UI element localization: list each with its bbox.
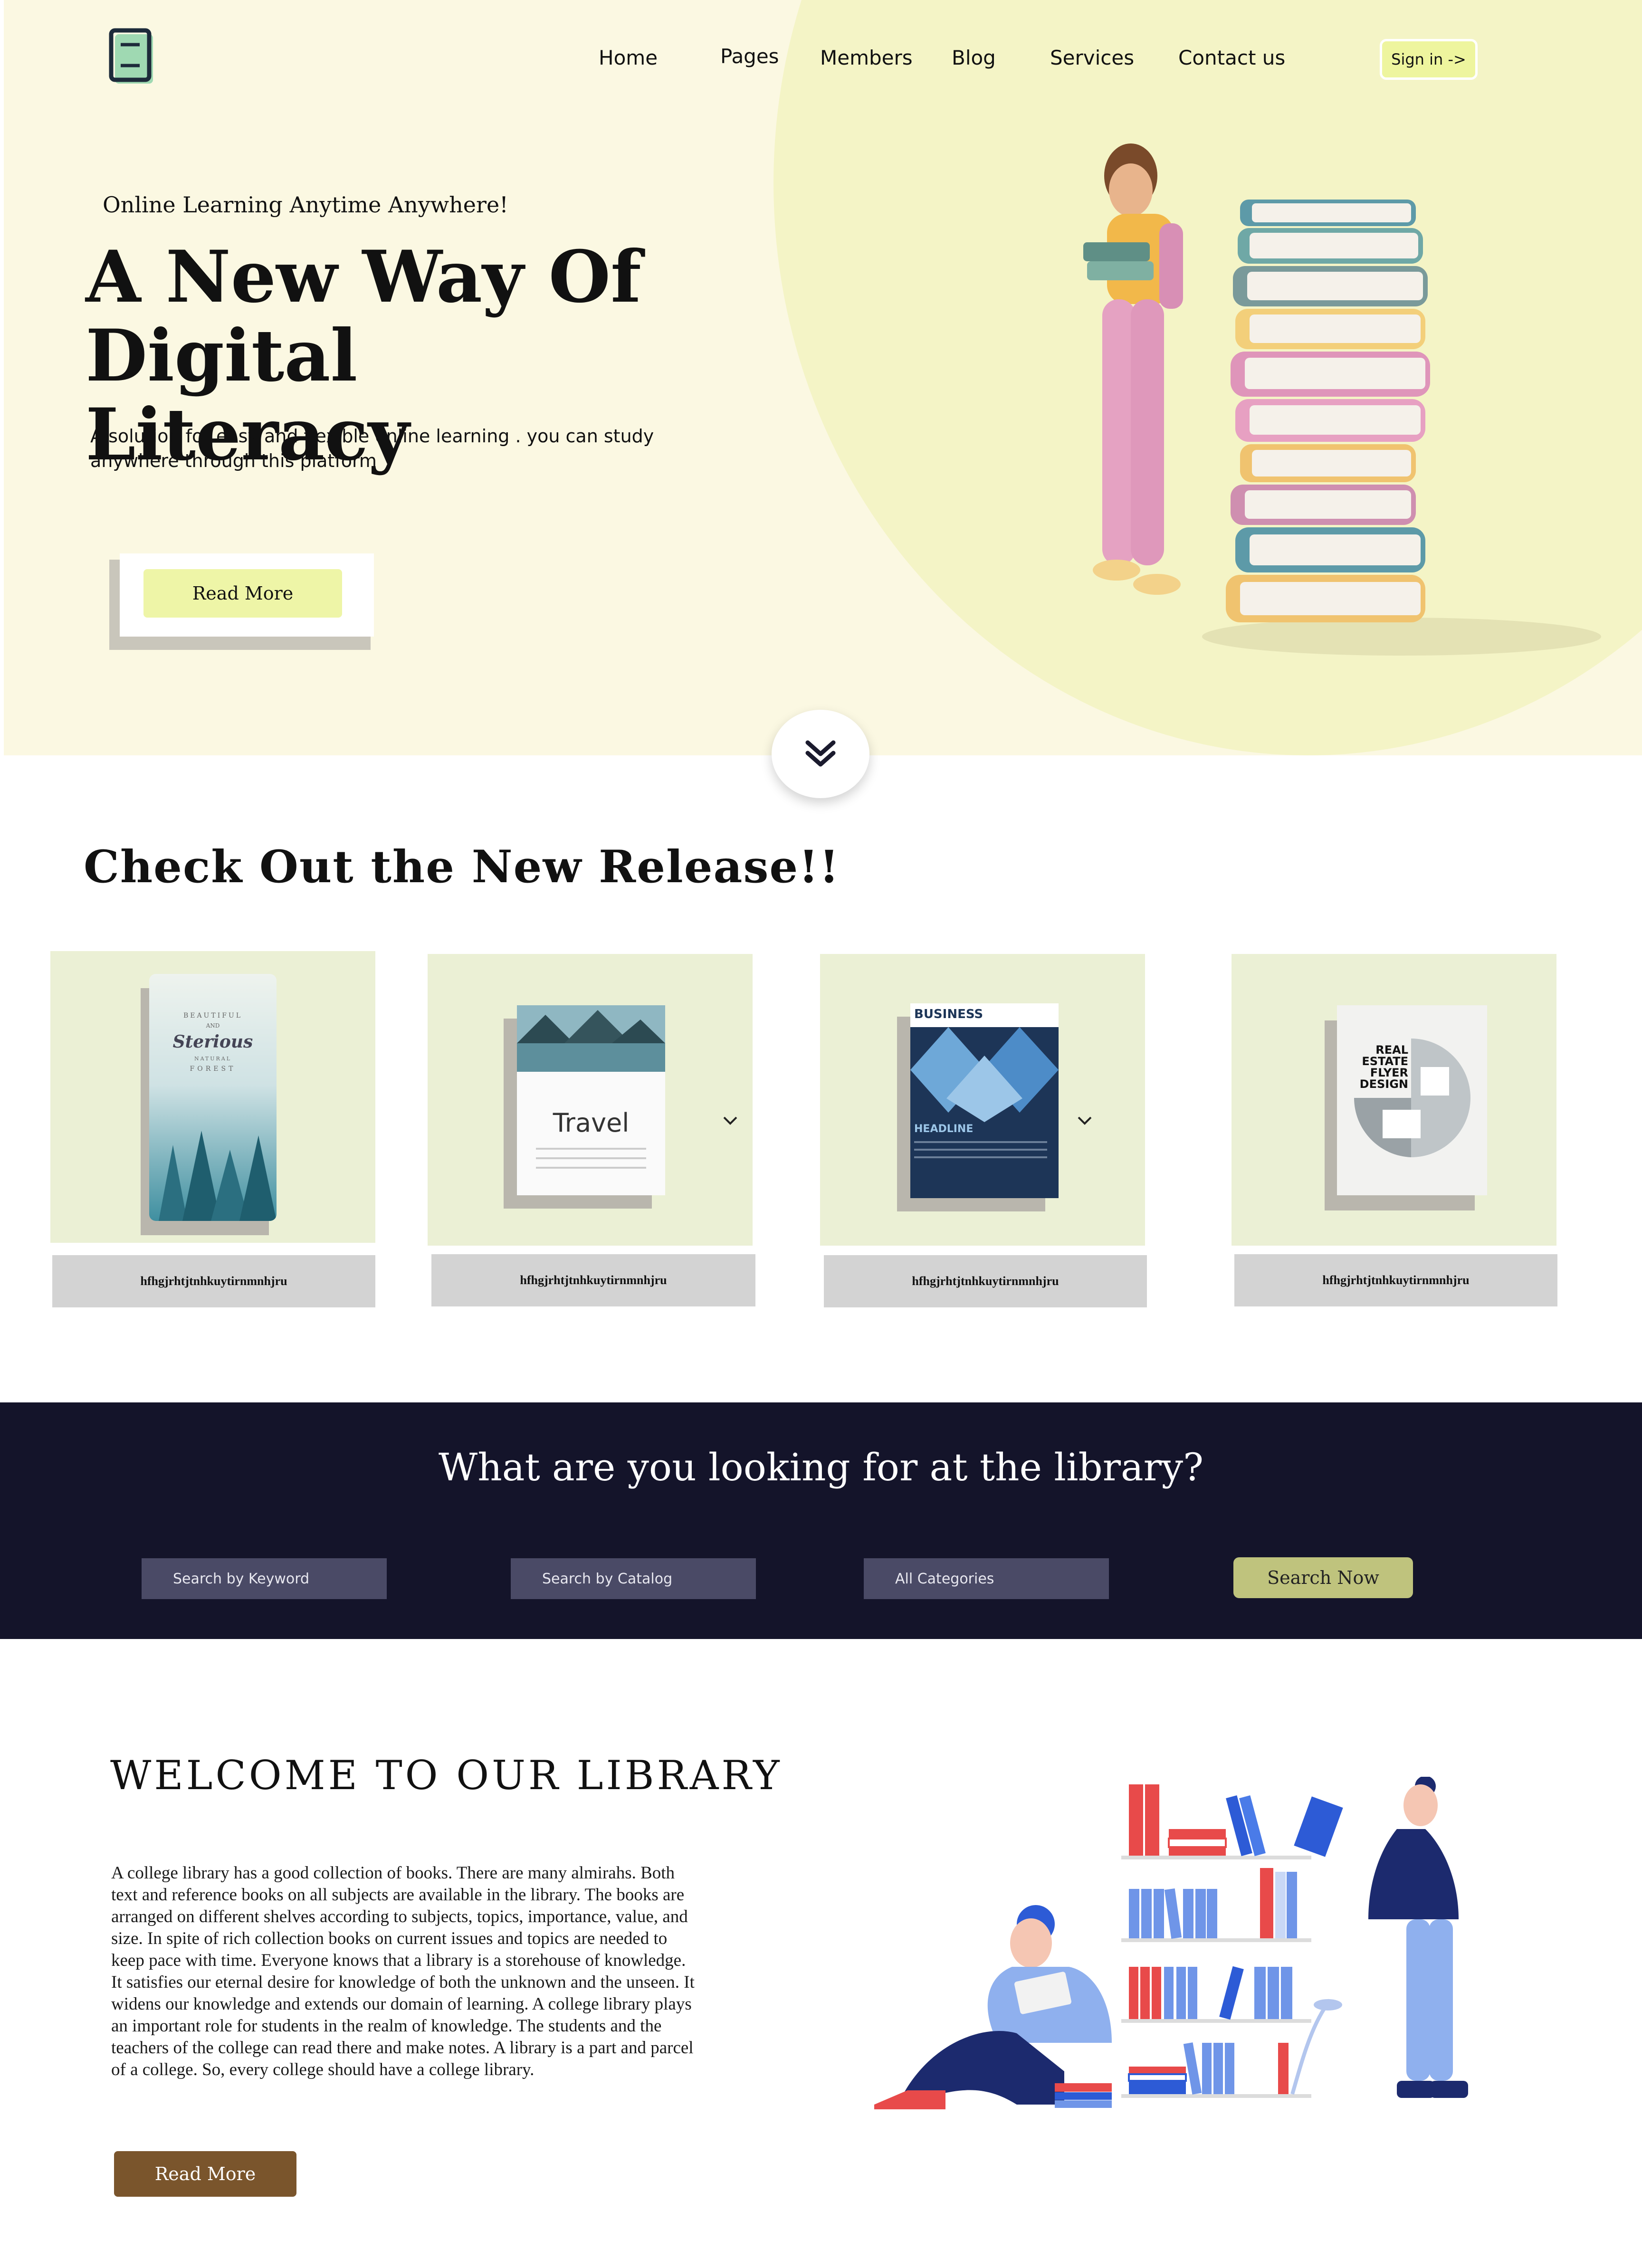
sign-in-button[interactable]: Sign in -> bbox=[1380, 39, 1478, 80]
search-now-button[interactable]: Search Now bbox=[1233, 1557, 1413, 1598]
book-card[interactable]: BEAUTIFUL AND Sterious NATURAL FOREST bbox=[50, 951, 375, 1243]
chevron-down-icon[interactable] bbox=[722, 1115, 738, 1126]
book-caption[interactable]: hfhgjrhtjtnhkuytirnmnhjru bbox=[824, 1255, 1147, 1307]
nav-pages[interactable]: Pages bbox=[720, 45, 779, 68]
cover-line bbox=[914, 1149, 1047, 1151]
book-cover-travel: Travel bbox=[517, 1005, 665, 1195]
keyword-search-input[interactable]: Search by Keyword bbox=[142, 1558, 387, 1599]
hero-tagline: Online Learning Anytime Anywhere! bbox=[103, 192, 508, 218]
nav-home[interactable]: Home bbox=[599, 46, 658, 69]
book-cover-business: BUSINESS HEADLINE bbox=[910, 1003, 1059, 1198]
scroll-down-button[interactable] bbox=[772, 710, 869, 798]
book-logo-icon[interactable] bbox=[108, 28, 157, 86]
hero-description: A solution for easy and flexible online … bbox=[90, 426, 654, 471]
book-caption[interactable]: hfhgjrhtjtnhkuytirnmnhjru bbox=[431, 1254, 755, 1306]
catalog-search-input[interactable]: Search by Catalog bbox=[511, 1558, 756, 1599]
cover-text: NATURAL bbox=[194, 1056, 232, 1062]
welcome-title: WELCOME TO OUR LIBRARY bbox=[110, 1752, 783, 1799]
book-caption[interactable]: hfhgjrhtjtnhkuytirnmnhjru bbox=[1234, 1254, 1557, 1306]
library-shelves-illustration bbox=[874, 1777, 1468, 2109]
nav-contact[interactable]: Contact us bbox=[1178, 46, 1285, 69]
nav-members[interactable]: Members bbox=[820, 46, 913, 69]
welcome-read-more-button[interactable]: Read More bbox=[114, 2151, 296, 2197]
search-section bbox=[0, 1402, 1642, 1639]
book-card[interactable]: Travel bbox=[428, 954, 753, 1246]
nav-services[interactable]: Services bbox=[1050, 46, 1134, 69]
hero-read-more-button[interactable]: Read More bbox=[143, 569, 342, 618]
release-section-title: Check Out the New Release!! bbox=[84, 841, 840, 893]
cover-line bbox=[536, 1167, 646, 1169]
book-cover-forest: BEAUTIFUL AND Sterious NATURAL FOREST bbox=[149, 974, 277, 1221]
book-cover-real-estate: REAL ESTATE FLYER DESIGN bbox=[1337, 1005, 1487, 1195]
mountain-lake-graphic bbox=[517, 1005, 665, 1072]
cover-text: FOREST bbox=[190, 1065, 236, 1073]
book-caption[interactable]: hfhgjrhtjtnhkuytirnmnhjru bbox=[52, 1255, 375, 1307]
book-card[interactable]: REAL ESTATE FLYER DESIGN bbox=[1232, 954, 1556, 1246]
house-graphic bbox=[1354, 1039, 1470, 1157]
category-select[interactable]: All Categories bbox=[864, 1558, 1109, 1599]
cover-text: AND bbox=[206, 1022, 220, 1029]
cover-line bbox=[536, 1157, 646, 1159]
cover-line bbox=[914, 1156, 1047, 1158]
student-books-illustration bbox=[1083, 143, 1601, 656]
search-heading: What are you looking for at the library? bbox=[439, 1445, 1203, 1489]
cover-line bbox=[536, 1148, 646, 1150]
cover-title: Travel bbox=[553, 1108, 630, 1138]
book-card[interactable]: BUSINESS HEADLINE bbox=[820, 954, 1145, 1246]
forest-trees-graphic bbox=[159, 1131, 277, 1221]
building-diamond-graphic bbox=[910, 1027, 1059, 1122]
cover-subtitle: HEADLINE bbox=[914, 1123, 974, 1135]
cover-title: Sterious bbox=[172, 1032, 253, 1052]
double-chevron-down-icon bbox=[805, 740, 836, 767]
cover-line bbox=[914, 1141, 1047, 1143]
cover-text: BEAUTIFUL bbox=[183, 1012, 243, 1020]
cover-title: BUSINESS bbox=[914, 1007, 983, 1021]
nav-blog[interactable]: Blog bbox=[952, 46, 996, 69]
welcome-body: A college library has a good collection … bbox=[111, 1863, 695, 2079]
chevron-down-icon[interactable] bbox=[1077, 1115, 1093, 1126]
